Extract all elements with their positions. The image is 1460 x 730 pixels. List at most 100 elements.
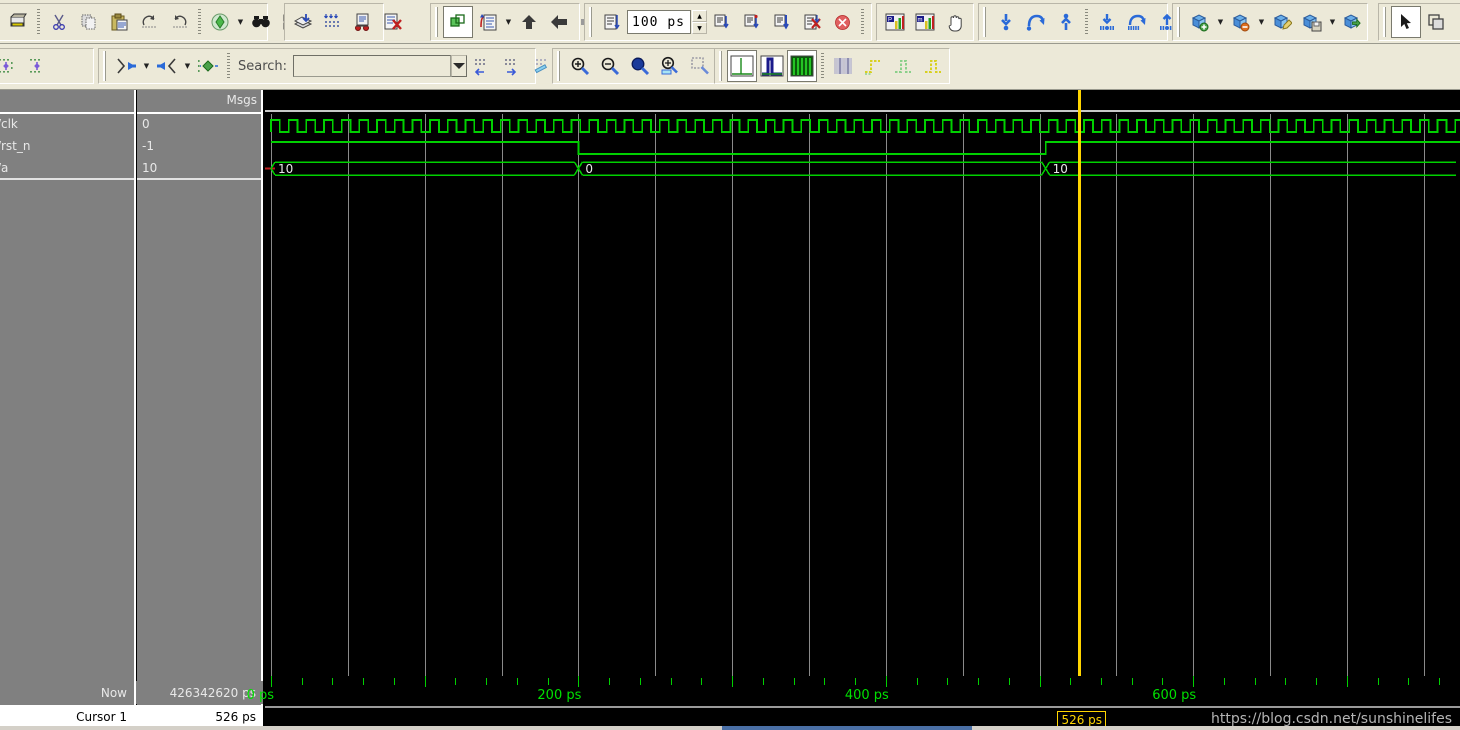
run-icon[interactable] xyxy=(707,6,737,38)
zoom-full-icon[interactable] xyxy=(625,50,655,82)
step-instr-into-icon[interactable] xyxy=(1092,6,1122,38)
signal-row-rst-n[interactable]: st/rst_n xyxy=(0,135,136,157)
signal-name-label: st/clk xyxy=(0,117,18,131)
edge-fall-icon[interactable] xyxy=(888,50,918,82)
compile-all-icon[interactable] xyxy=(318,6,348,38)
step-into-icon[interactable] xyxy=(991,6,1021,38)
cut-icon[interactable] xyxy=(44,6,74,38)
waveform-canvas[interactable]: 10 0 10 xyxy=(265,90,1460,730)
run-length-stepper[interactable]: ▲ ▼ xyxy=(692,10,707,34)
end-simulation-icon[interactable] xyxy=(378,6,408,38)
ruler-minor-tick xyxy=(1070,678,1072,685)
signal-row-a[interactable]: st/a xyxy=(0,157,136,179)
standard-toolbar-group: ▼ xyxy=(0,3,298,41)
back-icon[interactable] xyxy=(544,6,574,38)
analog-bus-icon[interactable] xyxy=(787,50,817,82)
restart-icon[interactable] xyxy=(597,6,627,38)
find-icon[interactable] xyxy=(246,6,276,38)
zoom-cursor-icon[interactable] xyxy=(655,50,685,82)
toolbar-grip[interactable] xyxy=(434,7,441,37)
toolbar-grip[interactable] xyxy=(588,7,595,37)
undo-icon[interactable] xyxy=(134,6,164,38)
pan-icon[interactable] xyxy=(940,6,970,38)
toolbar-grip[interactable] xyxy=(982,7,989,37)
search-input[interactable] xyxy=(293,55,452,77)
link-icon[interactable] xyxy=(443,6,473,38)
chevron-down-icon[interactable]: ▼ xyxy=(235,6,246,38)
search-label: Search: xyxy=(238,58,288,74)
chevron-down-icon[interactable]: ▼ xyxy=(141,50,152,82)
zoom-select-icon[interactable] xyxy=(1421,6,1451,38)
wave-add-icon[interactable] xyxy=(1185,6,1215,38)
find-any-edge-icon[interactable] xyxy=(193,50,223,82)
stepper-down-icon[interactable]: ▼ xyxy=(692,22,707,34)
insert-cursor-c-icon[interactable] xyxy=(22,50,52,82)
now-row: Now 426342620 ps xyxy=(0,681,263,704)
up-icon[interactable] xyxy=(514,6,544,38)
select-tool-icon[interactable] xyxy=(1391,6,1421,38)
zoom-toolbar-group xyxy=(552,48,716,84)
chevron-down-icon[interactable]: ▼ xyxy=(182,50,193,82)
time-ruler[interactable]: 0 ps 200 ps 400 ps 600 ps xyxy=(247,676,1460,706)
edge-rise-icon[interactable] xyxy=(858,50,888,82)
toolbar-separator xyxy=(821,53,824,79)
cursor-row[interactable]: Cursor 1 526 ps xyxy=(0,705,263,728)
ruler-major-tick xyxy=(424,676,426,687)
step-instr-over-icon[interactable] xyxy=(1122,6,1152,38)
stepper-up-icon[interactable]: ▲ xyxy=(692,10,707,22)
stop-icon[interactable] xyxy=(827,6,857,38)
chevron-down-icon[interactable]: ▼ xyxy=(1215,6,1226,38)
signal-name-label: st/rst_n xyxy=(0,139,31,153)
signal-value-panel[interactable]: Msgs 0 -1 10 xyxy=(137,90,263,730)
analog-single-icon[interactable] xyxy=(727,50,757,82)
ruler-major-tick xyxy=(1346,676,1348,687)
signal-row-clk[interactable]: st/clk xyxy=(0,113,136,135)
wave-remove-icon[interactable] xyxy=(1226,6,1256,38)
chevron-down-icon[interactable]: ▼ xyxy=(1327,6,1338,38)
copy-icon[interactable] xyxy=(74,6,104,38)
sim-icon[interactable] xyxy=(205,6,235,38)
paste-icon[interactable] xyxy=(104,6,134,38)
goto-source-icon[interactable] xyxy=(473,6,503,38)
signal-name-panel[interactable]: st/clk st/rst_n st/a xyxy=(0,90,136,730)
continue-icon[interactable] xyxy=(737,6,767,38)
simulate-icon[interactable] xyxy=(348,6,378,38)
step-over-icon[interactable] xyxy=(1021,6,1051,38)
compile-icon[interactable] xyxy=(288,6,318,38)
toolbar-grip[interactable] xyxy=(1382,7,1389,37)
chevron-down-icon[interactable]: ▼ xyxy=(1256,6,1267,38)
toolbar-grip[interactable] xyxy=(1176,7,1183,37)
chevron-down-icon[interactable]: ▼ xyxy=(503,6,514,38)
search-next-icon[interactable] xyxy=(497,50,527,82)
search-dropdown-icon[interactable] xyxy=(451,55,468,77)
step-out-icon[interactable] xyxy=(1051,6,1081,38)
wave-export-icon[interactable] xyxy=(1338,6,1368,38)
redo-icon[interactable] xyxy=(164,6,194,38)
edge-both-icon[interactable] xyxy=(918,50,948,82)
break-icon[interactable] xyxy=(797,6,827,38)
insert-cursor-b-icon[interactable] xyxy=(0,50,22,82)
grid-icon[interactable] xyxy=(828,50,858,82)
ruler-minor-tick xyxy=(855,678,857,685)
wave-edit-icon[interactable] xyxy=(1267,6,1297,38)
find-next-edge-icon[interactable] xyxy=(152,50,182,82)
profile-icon[interactable]: P xyxy=(880,6,910,38)
zoom-out-icon[interactable] xyxy=(595,50,625,82)
memory-icon[interactable]: m xyxy=(910,6,940,38)
analog-step-icon[interactable] xyxy=(757,50,787,82)
toolbar-grip[interactable] xyxy=(556,51,563,81)
cursor-line[interactable] xyxy=(1078,90,1082,730)
step-toolbar-group xyxy=(978,3,1174,41)
run-all-icon[interactable] xyxy=(767,6,797,38)
run-length-field[interactable]: 100 ps xyxy=(627,10,691,34)
search-prev-icon[interactable] xyxy=(467,50,497,82)
toolbar-grip[interactable] xyxy=(0,7,1,37)
toolbar-grip[interactable] xyxy=(102,51,109,81)
find-prev-edge-icon[interactable] xyxy=(111,50,141,82)
ruler-minor-tick xyxy=(547,678,549,685)
wave-save-icon[interactable] xyxy=(1297,6,1327,38)
print-icon[interactable] xyxy=(3,6,33,38)
toolbar-grip[interactable] xyxy=(718,51,725,81)
zoom-in-icon[interactable] xyxy=(565,50,595,82)
zoom-range-icon[interactable] xyxy=(685,50,715,82)
